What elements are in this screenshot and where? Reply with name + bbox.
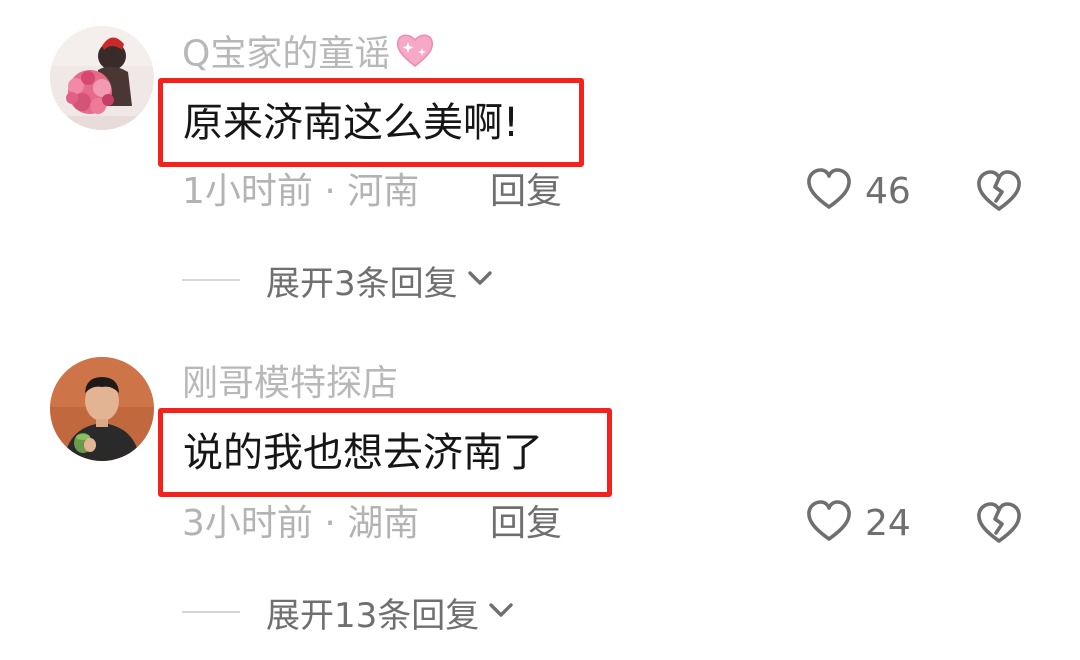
- dislike-button[interactable]: [974, 168, 1024, 214]
- username[interactable]: Q宝家的童谣: [182, 30, 436, 81]
- chevron-down-icon: [487, 600, 515, 624]
- comment-item: Q宝家的童谣 原来济南这么美啊! 1小时前 · 河南 回复 46 展开3条回复: [0, 0, 1080, 330]
- comment-text: 原来济南这么美啊!: [158, 78, 584, 167]
- expand-replies-label: 展开13条回复: [266, 595, 480, 636]
- avatar[interactable]: [50, 26, 154, 130]
- username[interactable]: 刚哥模特探店: [182, 362, 398, 406]
- reply-button[interactable]: 回复: [490, 170, 562, 214]
- heart-outline-icon: [805, 167, 853, 215]
- comment-text: 说的我也想去济南了: [158, 408, 612, 497]
- divider-line: [182, 611, 240, 613]
- broken-heart-icon: [974, 502, 1024, 550]
- dislike-button[interactable]: [974, 500, 1024, 546]
- heart-outline-icon: [805, 499, 853, 547]
- comment-time-location: 3小时前 · 湖南: [182, 503, 420, 544]
- expand-replies[interactable]: 展开13条回复: [182, 590, 515, 636]
- comment-time-location: 1小时前 · 河南: [182, 171, 420, 212]
- divider-line: [182, 279, 240, 281]
- chevron-down-icon: [466, 268, 494, 292]
- username-text: Q宝家的童谣: [182, 33, 391, 75]
- like-count: 24: [865, 502, 911, 544]
- broken-heart-icon: [974, 170, 1024, 218]
- reply-button[interactable]: 回复: [490, 502, 562, 546]
- sparkling-heart-icon: [394, 30, 436, 81]
- expand-replies-label: 展开3条回复: [266, 263, 458, 304]
- comment-item: 刚哥模特探店 说的我也想去济南了 3小时前 · 湖南 回复 24 展开13条回复: [0, 330, 1080, 660]
- expand-replies[interactable]: 展开3条回复: [182, 258, 494, 304]
- like-button[interactable]: 24: [805, 500, 911, 546]
- like-button[interactable]: 46: [805, 168, 911, 214]
- like-count: 46: [865, 170, 911, 212]
- avatar[interactable]: [50, 357, 154, 461]
